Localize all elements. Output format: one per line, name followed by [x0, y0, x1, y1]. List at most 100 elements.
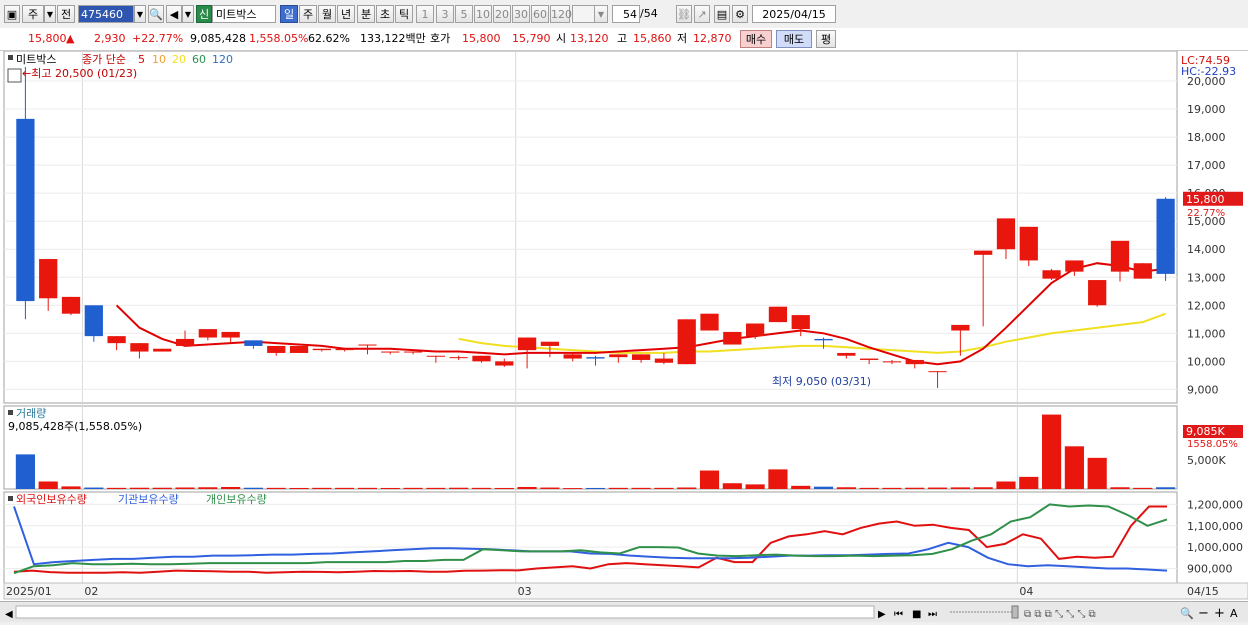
draw-icon[interactable]: ↗: [694, 5, 710, 23]
legend-stock-name: 미트박스: [16, 53, 56, 66]
market-select[interactable]: 주: [22, 5, 44, 23]
candle-body: [1065, 260, 1084, 272]
speaker-dropdown-icon[interactable]: ▼: [182, 5, 194, 23]
candle-body: [1110, 240, 1130, 272]
scroll-left-icon[interactable]: ◀: [2, 605, 14, 620]
buy-button[interactable]: 매수: [740, 30, 772, 48]
bid-price: 15,790: [512, 32, 551, 45]
volume-bar: [996, 481, 1016, 489]
interval-3[interactable]: 3: [436, 5, 454, 23]
scroll-right-icon[interactable]: ▶: [878, 609, 886, 620]
svg-text:A: A: [1230, 607, 1238, 620]
volume-tick-label: 5,000K: [1187, 454, 1226, 467]
interval-30[interactable]: 30: [512, 5, 530, 23]
save-icon[interactable]: ▤: [714, 5, 730, 23]
volume-bar: [654, 487, 674, 489]
plus-icon[interactable]: +: [1214, 606, 1225, 621]
volume-title: 거래량: [16, 407, 46, 420]
first-page-icon[interactable]: ⏮: [894, 609, 903, 620]
volume-legend-bullet: [8, 410, 13, 415]
candle-body: [609, 354, 628, 358]
period-year-tab[interactable]: 년: [337, 5, 355, 23]
interval-5[interactable]: 5: [455, 5, 473, 23]
stock-code-input[interactable]: 475460: [78, 5, 134, 23]
up-arrow-icon: ▲: [66, 32, 75, 45]
period-minute-tab[interactable]: 분: [357, 5, 375, 23]
chart-area[interactable]: 9,000 10,000 11,000 12,000 13,000 14,000 15,00…: [0, 50, 1248, 601]
interval-120[interactable]: 120: [550, 5, 572, 23]
prev-button[interactable]: 전: [57, 5, 75, 23]
auto-scale-icon[interactable]: A: [1230, 607, 1238, 620]
volume-bar: [357, 487, 378, 489]
volume-bar: [15, 454, 35, 489]
sell-button[interactable]: 매도: [776, 30, 812, 48]
zoom-out-icon[interactable]: 🔍: [1180, 606, 1194, 620]
period-tick-tab[interactable]: 틱: [395, 5, 413, 23]
volume-bar: [449, 487, 469, 489]
interval-1[interactable]: 1: [416, 5, 434, 23]
institution-legend: 기관보유수량: [118, 493, 179, 506]
candle-body: [586, 357, 605, 359]
volume-bar: [836, 487, 856, 489]
price-tick-label: 14,000: [1187, 243, 1226, 256]
candle-body: [130, 343, 149, 352]
window-menu-icon[interactable]: ▣: [4, 5, 20, 23]
chevron-down-icon[interactable]: ▼: [44, 5, 56, 23]
interval-20[interactable]: 20: [493, 5, 511, 23]
period-day-tab[interactable]: 일: [280, 5, 298, 23]
volume-bar: [950, 487, 970, 489]
settings-gear-icon[interactable]: ⚙: [732, 5, 748, 23]
eval-button[interactable]: 평: [816, 30, 836, 48]
svg-text:⏮: ⏮: [894, 609, 903, 620]
speaker-icon[interactable]: ◀: [166, 5, 182, 23]
candle-body: [449, 357, 468, 359]
volume-bar: [380, 487, 400, 489]
period-month-tab[interactable]: 월: [318, 5, 336, 23]
legend-bullet: [8, 55, 13, 60]
volume-bar: [677, 487, 697, 489]
candle-body: [974, 250, 993, 255]
candle-body: [882, 361, 902, 363]
legend-ma-label: 종가 단순: [82, 53, 126, 66]
volume-bar: [38, 481, 58, 489]
volume-bar: [585, 487, 606, 489]
search-icon[interactable]: 🔍: [148, 5, 164, 23]
scroll-track[interactable]: [15, 605, 875, 619]
count-input[interactable]: 54: [612, 5, 640, 23]
volume-bar: [631, 487, 651, 489]
interval-10[interactable]: 10: [474, 5, 492, 23]
x-tick-label: 04/15: [1187, 585, 1219, 598]
stock-chart-svg[interactable]: 9,00010,00011,00012,00013,00014,00015,00…: [0, 50, 1248, 601]
current-price-label: 15,800: [1186, 193, 1225, 206]
candle-body: [791, 315, 810, 330]
minus-icon[interactable]: −: [1198, 606, 1209, 621]
volume-bar: [540, 487, 560, 489]
candle-body: [631, 354, 651, 360]
interval-dropdown-icon[interactable]: ▼: [594, 5, 608, 23]
zoom-slider[interactable]: [950, 605, 1019, 619]
stop-icon[interactable]: ■: [912, 609, 921, 620]
link-icon[interactable]: ⛓: [676, 5, 692, 23]
code-dropdown-icon[interactable]: ▼: [134, 5, 146, 23]
layout-tools-icons[interactable]: ⧉ ⧉ ⧉ ⤡ ⤡ ⤡ ⧉: [1024, 609, 1096, 620]
stock-name[interactable]: 미트박스: [212, 5, 276, 23]
date-input[interactable]: 2025/04/15: [752, 5, 836, 23]
individual-legend: 개인보유수량: [206, 493, 267, 506]
candle-body: [1042, 270, 1061, 279]
period-second-tab[interactable]: 초: [376, 5, 394, 23]
hc-label: HC:-22.93: [1181, 65, 1236, 78]
chart-scrollbar[interactable]: ◀ ▶ ⏮ ■ ⏭ ⧉ ⧉ ⧉ ⤡ ⤡ ⤡ ⧉ 🔍 − + A: [0, 601, 1248, 622]
candle-body: [426, 355, 445, 357]
candle-body: [700, 313, 719, 331]
volume-bar: [152, 487, 172, 489]
interval-60[interactable]: 60: [531, 5, 549, 23]
candle-body: [951, 324, 970, 331]
period-week-tab[interactable]: 주: [299, 5, 317, 23]
legend-ma60: 60: [192, 53, 206, 66]
price-tick-label: 17,000: [1187, 159, 1226, 172]
x-tick-label: 02: [84, 585, 98, 598]
candle-body: [996, 218, 1016, 250]
volume-pct-label: 1558.05%: [1187, 439, 1238, 450]
volume-bar: [312, 487, 332, 489]
last-page-icon[interactable]: ⏭: [928, 609, 937, 620]
